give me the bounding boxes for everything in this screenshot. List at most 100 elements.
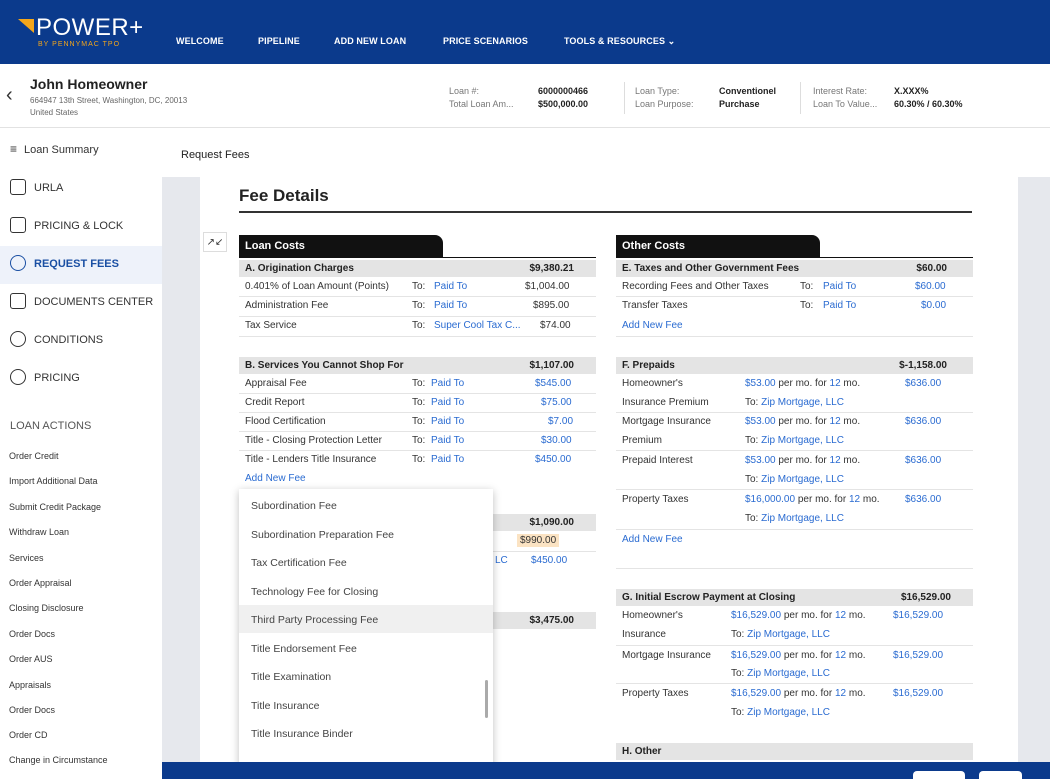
loan-action-closing-disclosure[interactable]: Closing Disclosure xyxy=(9,603,84,613)
fee-row-credit-report[interactable]: Credit Report xyxy=(245,397,304,408)
fee-name: Flood Certification xyxy=(245,416,326,427)
dropdown-option[interactable]: Title Endorsement Fee xyxy=(239,634,493,662)
fee-row-transfer-taxes[interactable]: Transfer Taxes xyxy=(622,300,688,311)
fee-row-points[interactable]: 0.401% of Loan Amount (Points) xyxy=(245,281,389,292)
payee-link[interactable]: Paid To xyxy=(823,300,856,311)
add-new-fee-link[interactable]: Add New Fee xyxy=(622,534,683,545)
payee-row[interactable]: To: Zip Mortgage, LLC xyxy=(731,668,830,679)
sidebar-item-loan-summary[interactable]: ≡ Loan Summary xyxy=(0,132,162,170)
loan-action-order-appraisal[interactable]: Order Appraisal xyxy=(9,578,72,588)
add-new-fee-link[interactable]: Add New Fee xyxy=(622,320,683,331)
prepaid-rate-row[interactable]: $53.00 per mo. for 12 mo. xyxy=(745,378,860,389)
loan-action-services[interactable]: Services xyxy=(9,553,44,563)
payee-row[interactable]: To: Zip Mortgage, LLC xyxy=(745,397,844,408)
payee-link[interactable]: Paid To xyxy=(434,281,467,292)
fee-row-title-cpl[interactable]: Title - Closing Protection Letter xyxy=(245,435,382,446)
payee-row[interactable]: To: Zip Mortgage, LLC xyxy=(731,629,830,640)
loan-action-order-docs-2[interactable]: Order Docs xyxy=(9,705,55,715)
collapse-icon[interactable]: ↗↙ xyxy=(203,232,227,252)
payee-link[interactable]: Paid To xyxy=(431,378,464,389)
escrow-rate-row[interactable]: $16,529.00 per mo. for 12 mo. xyxy=(731,650,866,661)
loan-action-submit-credit[interactable]: Submit Credit Package xyxy=(9,502,101,512)
loan-action-import-data[interactable]: Import Additional Data xyxy=(9,476,98,486)
fee-row-recording[interactable]: Recording Fees and Other Taxes xyxy=(622,281,769,292)
payee-row[interactable]: To: Zip Mortgage, LLC xyxy=(731,707,830,718)
sidebar-item-documents-center[interactable]: DOCUMENTS CENTER xyxy=(0,284,162,322)
fee-amount[interactable]: $636.00 xyxy=(905,455,941,466)
escrow-rate-row[interactable]: $16,529.00 per mo. for 12 mo. xyxy=(731,688,866,699)
sidebar-item-pricing-lock[interactable]: PRICING & LOCK xyxy=(0,208,162,246)
fee-amount[interactable]: $0.00 xyxy=(921,300,946,311)
dropdown-option-highlighted[interactable]: Third Party Processing Fee xyxy=(239,605,493,633)
fee-amount[interactable]: $30.00 xyxy=(541,435,572,446)
fee-amount-highlight[interactable]: $990.00 xyxy=(517,534,560,547)
payee-link[interactable]: LC xyxy=(495,555,508,566)
fee-row-title-lenders[interactable]: Title - Lenders Title Insurance xyxy=(245,454,376,465)
rate-value: $53.00 xyxy=(745,378,776,389)
fee-amount[interactable]: $16,529.00 xyxy=(893,610,943,621)
payee-link[interactable]: Paid To xyxy=(823,281,856,292)
add-new-fee-link[interactable]: Add New Fee xyxy=(245,473,306,484)
fee-amount[interactable]: $16,529.00 xyxy=(893,688,943,699)
payee-link[interactable]: Paid To xyxy=(431,435,464,446)
fee-row-flood[interactable]: Flood Certification xyxy=(245,416,326,427)
fee-row-admin[interactable]: Administration Fee xyxy=(245,300,328,311)
fee-row-tax-service[interactable]: Tax Service xyxy=(245,320,297,331)
dropdown-option[interactable]: Technology Fee for Closing xyxy=(239,577,493,605)
loan-action-withdraw[interactable]: Withdraw Loan xyxy=(9,527,69,537)
prepaid-rate-row[interactable]: $53.00 per mo. for 12 mo. xyxy=(745,416,860,427)
sidebar-item-conditions[interactable]: CONDITIONS xyxy=(0,322,162,360)
prepaid-rate-row[interactable]: $16,000.00 per mo. for 12 mo. xyxy=(745,494,880,505)
payee-row[interactable]: To: Zip Mortgage, LLC xyxy=(745,513,844,524)
fee-amount[interactable]: $450.00 xyxy=(535,454,571,465)
fee-amount[interactable]: $545.00 xyxy=(535,378,571,389)
fee-amount[interactable]: $60.00 xyxy=(915,281,946,292)
fee-amount[interactable]: $636.00 xyxy=(905,494,941,505)
add-fee-dropdown[interactable]: Subordination Fee Subordination Preparat… xyxy=(239,489,493,769)
fee-amount[interactable]: $450.00 xyxy=(531,555,567,566)
dropdown-scrollbar[interactable] xyxy=(485,680,488,718)
loan-action-order-cd[interactable]: Order CD xyxy=(9,730,48,740)
footer-button[interactable] xyxy=(979,771,1022,779)
dropdown-option[interactable]: Title Examination xyxy=(239,662,493,690)
fee-amount[interactable]: $636.00 xyxy=(905,378,941,389)
logo-text: POWER+ xyxy=(36,14,144,41)
payee-link[interactable]: Paid To xyxy=(431,397,464,408)
sidebar-item-pricing[interactable]: PRICING xyxy=(0,360,162,398)
payee-link[interactable]: Paid To xyxy=(434,300,467,311)
sidebar-item-urla[interactable]: URLA xyxy=(0,170,162,208)
escrow-rate-row[interactable]: $16,529.00 per mo. for 12 mo. xyxy=(731,610,866,621)
loan-action-order-docs[interactable]: Order Docs xyxy=(9,629,55,639)
fee-row-appraisal[interactable]: Appraisal Fee xyxy=(245,378,307,389)
dropdown-option[interactable]: Subordination Fee xyxy=(239,491,493,519)
interest-rate-label: Interest Rate: xyxy=(813,86,868,96)
fee-amount[interactable]: $16,529.00 xyxy=(893,650,943,661)
dropdown-option[interactable]: Title Insurance Binder xyxy=(239,719,493,747)
payee-row[interactable]: To: Zip Mortgage, LLC xyxy=(745,435,844,446)
nav-price-scenarios[interactable]: PRICE SCENARIOS xyxy=(443,36,528,46)
fee-amount[interactable]: $7.00 xyxy=(548,416,573,427)
dropdown-option[interactable]: Tax Certification Fee xyxy=(239,548,493,576)
payee-link[interactable]: Paid To xyxy=(431,416,464,427)
loan-action-change-circumstance[interactable]: Change in Circumstance xyxy=(9,755,108,765)
address-line-1: 664947 13th Street, Washington, DC, 2001… xyxy=(30,96,188,105)
footer-button[interactable] xyxy=(913,771,965,779)
loan-action-order-credit[interactable]: Order Credit xyxy=(9,451,59,461)
power-plus-logo[interactable]: POWER+ BY PENNYMAC TPO xyxy=(18,14,143,54)
loan-action-order-aus[interactable]: Order AUS xyxy=(9,654,53,664)
loan-action-appraisals[interactable]: Appraisals xyxy=(9,680,51,690)
nav-add-new-loan[interactable]: ADD NEW LOAN xyxy=(334,36,406,46)
prepaid-rate-row[interactable]: $53.00 per mo. for 12 mo. xyxy=(745,455,860,466)
sidebar-item-request-fees[interactable]: REQUEST FEES xyxy=(0,246,162,284)
dropdown-option[interactable]: Title Insurance xyxy=(239,691,493,719)
fee-amount[interactable]: $75.00 xyxy=(541,397,572,408)
payee-link[interactable]: Super Cool Tax C... xyxy=(434,320,521,331)
nav-tools-resources[interactable]: TOOLS & RESOURCES ⌄ xyxy=(564,36,675,47)
nav-welcome[interactable]: WELCOME xyxy=(176,36,224,46)
back-chevron-icon[interactable]: ‹ xyxy=(6,84,13,107)
payee-row[interactable]: To: Zip Mortgage, LLC xyxy=(745,474,844,485)
fee-amount[interactable]: $636.00 xyxy=(905,416,941,427)
nav-pipeline[interactable]: PIPELINE xyxy=(258,36,300,46)
payee-link[interactable]: Paid To xyxy=(431,454,464,465)
dropdown-option[interactable]: Subordination Preparation Fee xyxy=(239,520,493,548)
